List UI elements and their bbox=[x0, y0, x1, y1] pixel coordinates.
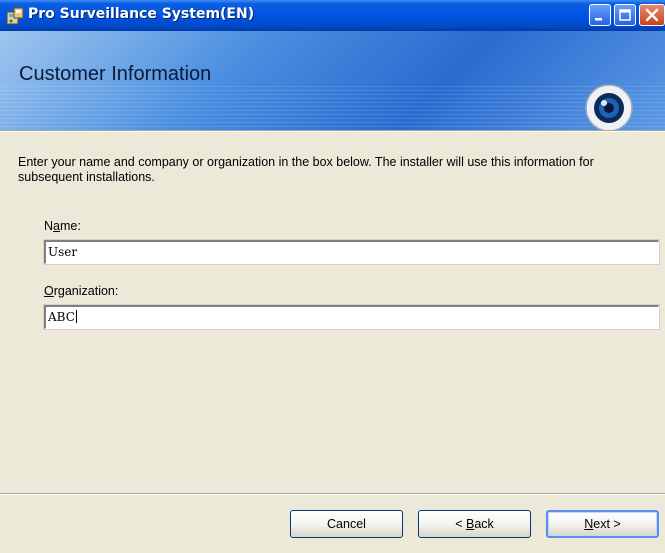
page-title: Customer Information bbox=[19, 63, 212, 85]
next-button[interactable]: Next > bbox=[546, 510, 659, 538]
organization-input[interactable]: ABC bbox=[43, 304, 660, 330]
installer-window: Pro Surveillance System(EN) Customer Inf… bbox=[0, 0, 665, 553]
maximize-button[interactable] bbox=[614, 4, 636, 26]
window-title: Pro Surveillance System(EN) bbox=[28, 6, 255, 22]
name-value: User bbox=[48, 245, 78, 259]
back-button[interactable]: < Back bbox=[418, 510, 531, 538]
name-input[interactable]: User bbox=[43, 239, 660, 265]
text-caret bbox=[75, 310, 77, 323]
name-label: Name: bbox=[44, 219, 81, 233]
minimize-icon bbox=[595, 18, 602, 21]
organization-label: Organization: bbox=[44, 284, 119, 298]
instructions-text: Enter your name and company or organizat… bbox=[18, 155, 594, 184]
organization-value: ABC bbox=[48, 310, 75, 324]
maximize-icon bbox=[619, 9, 631, 21]
webcam-icon bbox=[585, 84, 633, 130]
footer-divider bbox=[0, 493, 665, 495]
header-banner: Customer Information bbox=[0, 31, 665, 130]
banner-divider bbox=[0, 130, 665, 132]
minimize-button[interactable] bbox=[589, 4, 611, 26]
cancel-button[interactable]: Cancel bbox=[290, 510, 403, 538]
title-bar[interactable]: Pro Surveillance System(EN) bbox=[0, 0, 665, 31]
installer-icon bbox=[6, 7, 24, 25]
close-button[interactable] bbox=[639, 4, 665, 26]
banner-pattern bbox=[0, 86, 665, 130]
close-icon bbox=[645, 8, 659, 22]
